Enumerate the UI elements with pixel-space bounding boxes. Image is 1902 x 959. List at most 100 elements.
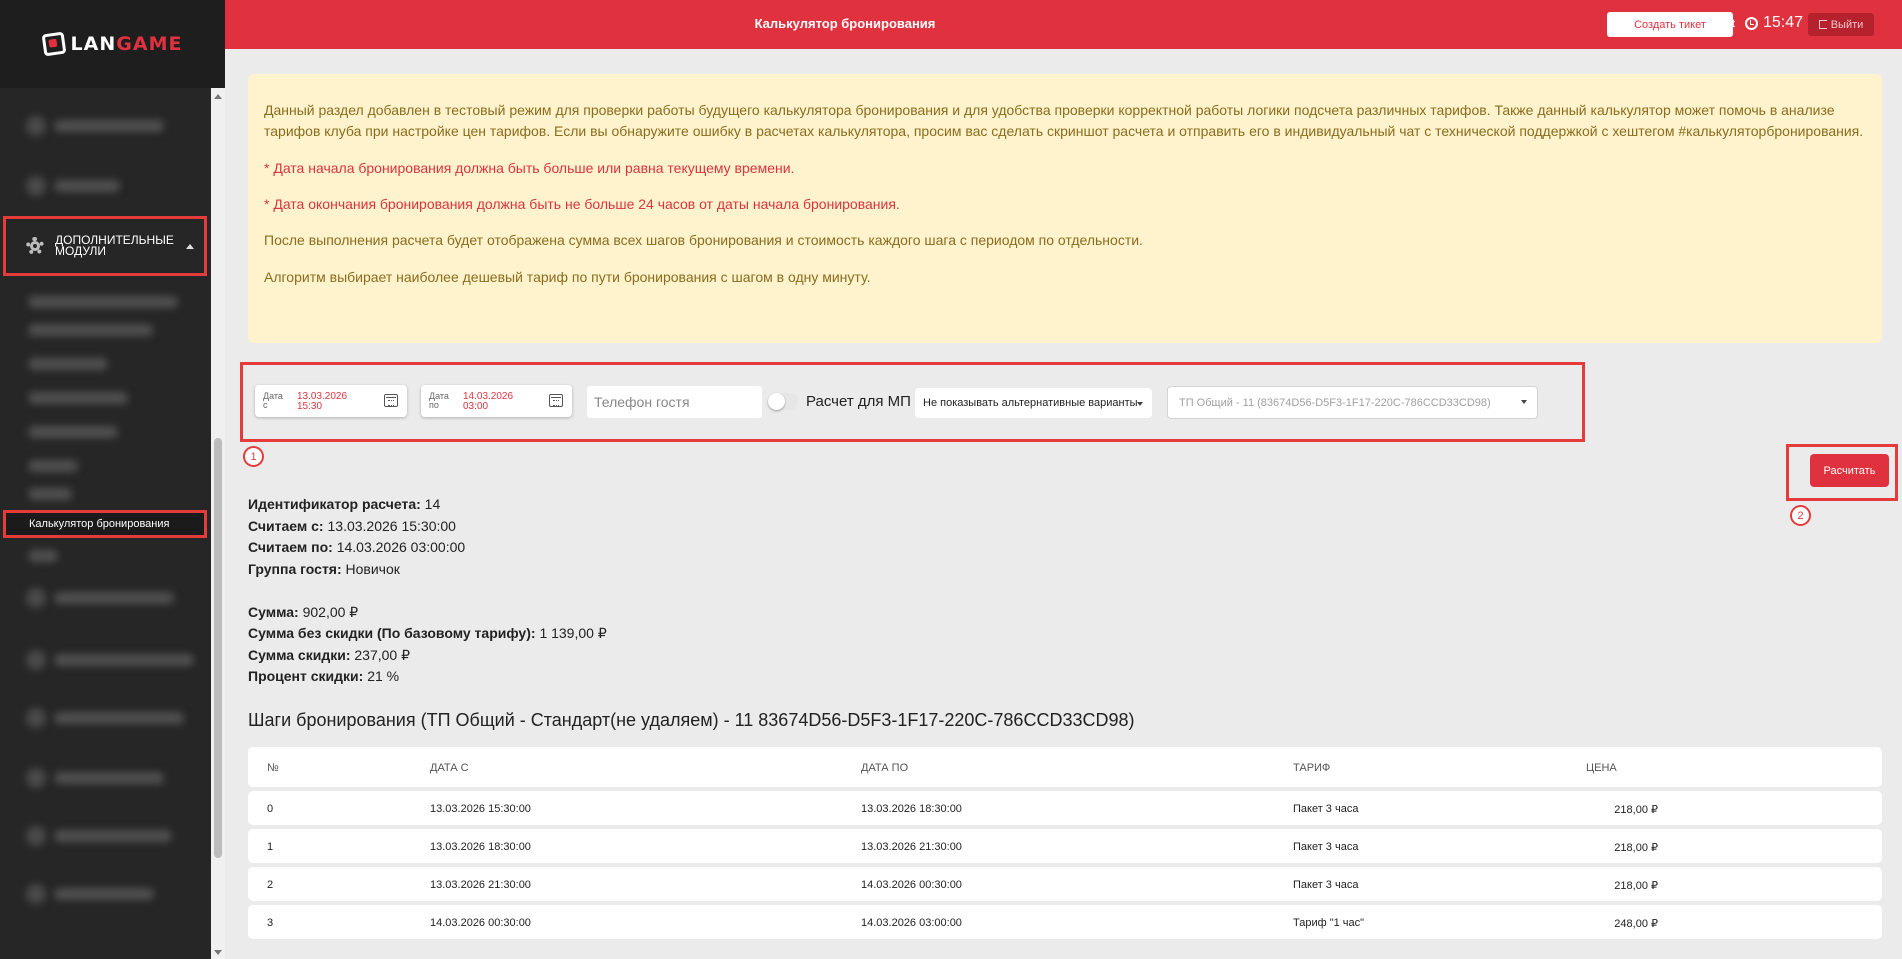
logout-icon (1818, 20, 1827, 29)
top-header: Калькулятор бронирования Создать тикет R… (225, 0, 1902, 49)
step-price: 218,00 ₽ (1614, 842, 1658, 854)
clock-icon (1745, 17, 1758, 30)
blurred-menu-item[interactable] (54, 654, 194, 666)
booking-steps-title: Шаги бронирования (ТП Общий - Стандарт(н… (248, 710, 1135, 730)
calc-results: Идентификатор расчета: 14 Считаем с: 13.… (248, 494, 607, 688)
table-row: 3 14.03.2026 00:30:00 14.03.2026 03:00:0… (248, 905, 1882, 939)
mp-calc-toggle[interactable] (768, 393, 798, 410)
alternatives-select[interactable]: Не показывать альтернативные варианты (915, 388, 1152, 418)
step-tariff: Пакет 3 часа (1293, 803, 1359, 815)
guest-phone-input[interactable] (587, 386, 762, 418)
step-tariff: Тариф "1 час" (1293, 917, 1365, 929)
step-number: 3 (267, 917, 274, 929)
blurred-menu-item[interactable] (54, 592, 174, 604)
blurred-menu-item[interactable] (28, 488, 72, 500)
alternatives-select-value: Не показывать альтернативные варианты (923, 397, 1138, 409)
result-sum: Сумма: 902,00 ₽ (248, 603, 359, 620)
blurred-menu-item[interactable] (28, 324, 153, 336)
date-to-value: 14.03.2026 03:00 (463, 391, 514, 412)
sidebar-item-label: Калькулятор бронирования (29, 518, 170, 530)
tariff-plan-select-value: ТП Общий - 11 (83674D56-D5F3-1F17-220C-7… (1179, 397, 1491, 409)
gear-icon (26, 237, 44, 255)
step-tariff: Пакет 3 часа (1293, 879, 1359, 891)
mp-calc-label: Расчет для МП (806, 393, 911, 410)
info-alert: Данный раздел добавлен в тестовый режим … (248, 74, 1882, 343)
date-to-picker[interactable]: Дата по 14.03.2026 03:00 (421, 385, 572, 417)
blurred-menu-item[interactable] (54, 772, 164, 784)
logo[interactable]: LANGAME (0, 0, 225, 88)
step-date-to: 14.03.2026 03:00:00 (861, 917, 962, 929)
step-date-from: 14.03.2026 00:30:00 (430, 917, 531, 929)
caret-up-icon (186, 244, 194, 249)
result-base-sum: Сумма без скидки (По базовому тарифу): 1… (248, 625, 607, 641)
sidebar-group-label: Дополнительные модули (55, 233, 174, 258)
blurred-menu-item[interactable] (54, 830, 172, 842)
blurred-menu-item[interactable] (54, 120, 164, 132)
table-row: 2 13.03.2026 21:30:00 14.03.2026 00:30:0… (248, 867, 1882, 901)
booking-steps-table: № ДАТА С ДАТА ПО ТАРИФ ЦЕНА 0 13.03.2026… (248, 747, 1882, 943)
chevron-down-icon (1521, 400, 1527, 404)
calculate-button[interactable]: Расчитать (1810, 454, 1889, 487)
step-date-from: 13.03.2026 21:30:00 (430, 879, 531, 891)
blurred-menu-item[interactable] (28, 460, 78, 472)
step-date-to: 14.03.2026 00:30:00 (861, 879, 962, 891)
blurred-menu-item[interactable] (28, 550, 58, 562)
blurred-menu-item[interactable] (54, 180, 120, 192)
step-date-to: 13.03.2026 18:30:00 (861, 803, 962, 815)
blurred-menu-item[interactable] (28, 392, 128, 404)
user-name[interactable]: Root (1710, 18, 1735, 30)
blurred-menu-item[interactable] (28, 426, 118, 438)
sidebar-menu: Дополнительные модули Калькулятор бронир… (0, 88, 225, 959)
logo-icon (41, 31, 66, 57)
result-guest-group: Группа гостя: Новичок (248, 560, 400, 577)
step-price: 218,00 ₽ (1614, 880, 1658, 892)
column-header: ЦЕНА (1586, 762, 1617, 774)
scrollbar-thumb[interactable] (214, 438, 222, 858)
blurred-menu-icon (26, 116, 46, 136)
blurred-menu-item[interactable] (28, 296, 178, 308)
tariff-plan-select[interactable]: ТП Общий - 11 (83674D56-D5F3-1F17-220C-7… (1167, 386, 1538, 419)
blurred-menu-item[interactable] (54, 888, 154, 900)
scroll-up-icon[interactable] (214, 94, 222, 99)
sidebar-scrollbar[interactable] (211, 88, 225, 959)
logout-label: Выйти (1830, 18, 1864, 31)
logo-text: LANGAME (70, 33, 183, 55)
blurred-menu-icon (26, 884, 46, 904)
blurred-menu-item[interactable] (54, 712, 184, 724)
column-header: ДАТА ПО (861, 762, 909, 774)
calendar-icon[interactable] (549, 394, 563, 407)
step-date-from: 13.03.2026 18:30:00 (430, 841, 531, 853)
step-date-from: 13.03.2026 15:30:00 (430, 803, 531, 815)
table-header-row: № ДАТА С ДАТА ПО ТАРИФ ЦЕНА (248, 747, 1882, 787)
result-to: Считаем по: 14.03.2026 03:00:00 (248, 539, 466, 555)
blurred-menu-icon (26, 650, 46, 670)
logout-button[interactable]: Выйти (1808, 13, 1874, 36)
blurred-menu-icon (26, 708, 46, 728)
step-price: 218,00 ₽ (1614, 804, 1658, 816)
date-from-picker[interactable]: Дата с 13.03.2026 15:30 (255, 385, 407, 417)
blurred-menu-icon (26, 826, 46, 846)
step-number: 2 (267, 879, 274, 891)
column-header: ДАТА С (430, 762, 469, 774)
page-title: Калькулятор бронирования (754, 16, 936, 31)
blurred-menu-item[interactable] (28, 358, 108, 370)
toggle-knob (768, 393, 785, 410)
chevron-down-icon (1137, 402, 1143, 406)
blurred-menu-icon (26, 176, 46, 196)
step-price: 248,00 ₽ (1614, 918, 1658, 930)
sidebar-group-additional-modules[interactable]: Дополнительные модули (3, 216, 207, 276)
column-header: ТАРИФ (1293, 762, 1331, 774)
scroll-down-icon[interactable] (214, 950, 222, 955)
column-header: № (267, 762, 279, 774)
info-text: Данный раздел добавлен в тестовый режим … (264, 102, 1864, 139)
result-id: Идентификатор расчета: 14 (248, 496, 441, 512)
result-discount: Сумма скидки: 237,00 ₽ (248, 646, 410, 663)
blurred-menu-icon (26, 768, 46, 788)
info-note-end: * Дата окончания бронирования должна быт… (264, 196, 900, 212)
annotation-badge-2: 2 (1790, 505, 1811, 526)
date-from-label: Дата с (263, 391, 283, 410)
sidebar-item-booking-calculator[interactable]: Калькулятор бронирования (3, 510, 207, 538)
clock-time: 15:47 (1763, 14, 1804, 31)
info-text: Алгоритм выбирает наиболее дешевый тариф… (264, 269, 871, 285)
calendar-icon[interactable] (384, 394, 398, 407)
